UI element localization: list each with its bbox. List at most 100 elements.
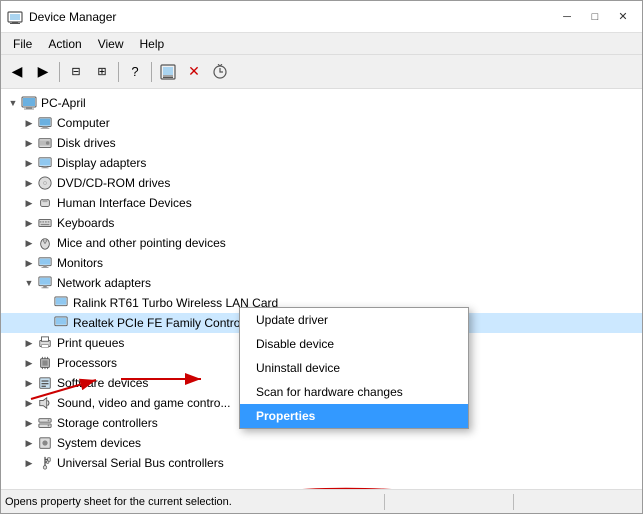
tree-item-disk[interactable]: ▶ Disk drives: [1, 133, 642, 153]
forward-button[interactable]: ▶: [31, 60, 55, 84]
expand-icon-realtek: [37, 315, 53, 331]
tree-item-display[interactable]: ▶ Display adapters: [1, 153, 642, 173]
expand-icon-processors[interactable]: ▶: [21, 355, 37, 371]
properties-oval: [241, 487, 451, 489]
tree-root[interactable]: ▼ PC-April: [1, 93, 642, 113]
expand-icon-print[interactable]: ▶: [21, 335, 37, 351]
tree-item-label-keyboards: Keyboards: [57, 216, 114, 230]
monitor-icon: [37, 255, 53, 271]
status-separator-1: [384, 494, 385, 510]
expand-icon-root[interactable]: ▼: [5, 95, 21, 111]
context-menu: Update driver Disable device Uninstall d…: [239, 307, 469, 429]
system-icon: [37, 435, 53, 451]
storage-icon: [37, 415, 53, 431]
toolbar: ◀ ▶ ⊟ ⊞ ? ✕: [1, 55, 642, 89]
tree-item-usb[interactable]: ▶ Universal Serial Bus controllers: [1, 453, 642, 473]
collapse-button[interactable]: ⊟: [64, 60, 88, 84]
expand-icon-disk[interactable]: ▶: [21, 135, 37, 151]
tree-item-label-display: Display adapters: [57, 156, 146, 170]
window-title: Device Manager: [29, 10, 554, 24]
device-manager-window: Device Manager ─ □ ✕ File Action View He…: [0, 0, 643, 514]
tree-item-label-sound: Sound, video and game contro...: [57, 396, 230, 410]
network-icon: [37, 275, 53, 291]
tree-root-label: PC-April: [41, 96, 86, 110]
context-menu-properties[interactable]: Properties: [240, 404, 468, 428]
dvd-icon: [37, 175, 53, 191]
tree-item-computer[interactable]: ▶ Computer: [1, 113, 642, 133]
tree-item-label-storage: Storage controllers: [57, 416, 158, 430]
toolbar-separator-2: [118, 62, 119, 82]
expand-icon-dvd[interactable]: ▶: [21, 175, 37, 191]
tree-item-mice[interactable]: ▶ Mice and other pointing devices: [1, 233, 642, 253]
tree-item-monitors[interactable]: ▶ Monitors: [1, 253, 642, 273]
tree-item-keyboards[interactable]: ▶ Keyboards: [1, 213, 642, 233]
expand-button[interactable]: ⊞: [90, 60, 114, 84]
tree-item-label-print: Print queues: [57, 336, 124, 350]
expand-icon-hid[interactable]: ▶: [21, 195, 37, 211]
tree-item-label-network: Network adapters: [57, 276, 151, 290]
computer-icon: [21, 95, 37, 111]
close-button[interactable]: ✕: [610, 6, 636, 28]
expand-icon-software[interactable]: ▶: [21, 375, 37, 391]
tree-item-network[interactable]: ▼ Network adapters: [1, 273, 642, 293]
expand-icon-usb[interactable]: ▶: [21, 455, 37, 471]
window-icon: [7, 9, 23, 25]
tree-item-label-software: Software devices: [57, 376, 148, 390]
toolbar-separator-3: [151, 62, 152, 82]
tree-item-label-system: System devices: [57, 436, 141, 450]
tree-item-system[interactable]: ▶ System devices: [1, 433, 642, 453]
context-menu-uninstall-device[interactable]: Uninstall device: [240, 356, 468, 380]
properties-button[interactable]: [156, 60, 180, 84]
menu-action[interactable]: Action: [40, 35, 89, 53]
mice-icon: [37, 235, 53, 251]
processors-icon: [37, 355, 53, 371]
usb-icon: [37, 455, 53, 471]
minimize-button[interactable]: ─: [554, 6, 580, 28]
help-button[interactable]: ?: [123, 60, 147, 84]
scan-button[interactable]: [208, 60, 232, 84]
context-menu-disable-device[interactable]: Disable device: [240, 332, 468, 356]
status-bar: Opens property sheet for the current sel…: [1, 489, 642, 513]
tree-item-label-hid: Human Interface Devices: [57, 196, 192, 210]
tree-item-label-mice: Mice and other pointing devices: [57, 236, 226, 250]
expand-icon-ralink: [37, 295, 53, 311]
tree-item-dvd[interactable]: ▶ DVD/CD-ROM drives: [1, 173, 642, 193]
main-content: ▼ PC-April ▶: [1, 89, 642, 489]
computer-device-icon: [37, 115, 53, 131]
hid-icon: [37, 195, 53, 211]
tree-item-label-monitors: Monitors: [57, 256, 103, 270]
expand-icon-display[interactable]: ▶: [21, 155, 37, 171]
sound-icon: [37, 395, 53, 411]
expand-icon-mice[interactable]: ▶: [21, 235, 37, 251]
expand-icon-system[interactable]: ▶: [21, 435, 37, 451]
tree-item-hid[interactable]: ▶ Human Interface Devices: [1, 193, 642, 213]
tree-panel[interactable]: ▼ PC-April ▶: [1, 89, 642, 489]
status-pane-2: [518, 490, 638, 513]
menu-file[interactable]: File: [5, 35, 40, 53]
status-text: Opens property sheet for the current sel…: [5, 496, 380, 508]
toolbar-separator-1: [59, 62, 60, 82]
title-bar: Device Manager ─ □ ✕: [1, 1, 642, 33]
expand-icon-storage[interactable]: ▶: [21, 415, 37, 431]
keyboard-icon: [37, 215, 53, 231]
context-menu-update-driver[interactable]: Update driver: [240, 308, 468, 332]
tree-item-label-disk: Disk drives: [57, 136, 116, 150]
realtek-icon: [53, 315, 69, 331]
expand-icon-keyboards[interactable]: ▶: [21, 215, 37, 231]
expand-icon-monitors[interactable]: ▶: [21, 255, 37, 271]
maximize-button[interactable]: □: [582, 6, 608, 28]
window-controls: ─ □ ✕: [554, 6, 636, 28]
menu-view[interactable]: View: [90, 35, 132, 53]
expand-icon-computer[interactable]: ▶: [21, 115, 37, 131]
expand-icon-network[interactable]: ▼: [21, 275, 37, 291]
display-icon: [37, 155, 53, 171]
expand-icon-sound[interactable]: ▶: [21, 395, 37, 411]
status-pane-1: [389, 490, 509, 513]
back-button[interactable]: ◀: [5, 60, 29, 84]
remove-button[interactable]: ✕: [182, 60, 206, 84]
menu-bar: File Action View Help: [1, 33, 642, 55]
tree-item-label-computer: Computer: [57, 116, 110, 130]
print-icon: [37, 335, 53, 351]
menu-help[interactable]: Help: [132, 35, 173, 53]
context-menu-scan-changes[interactable]: Scan for hardware changes: [240, 380, 468, 404]
